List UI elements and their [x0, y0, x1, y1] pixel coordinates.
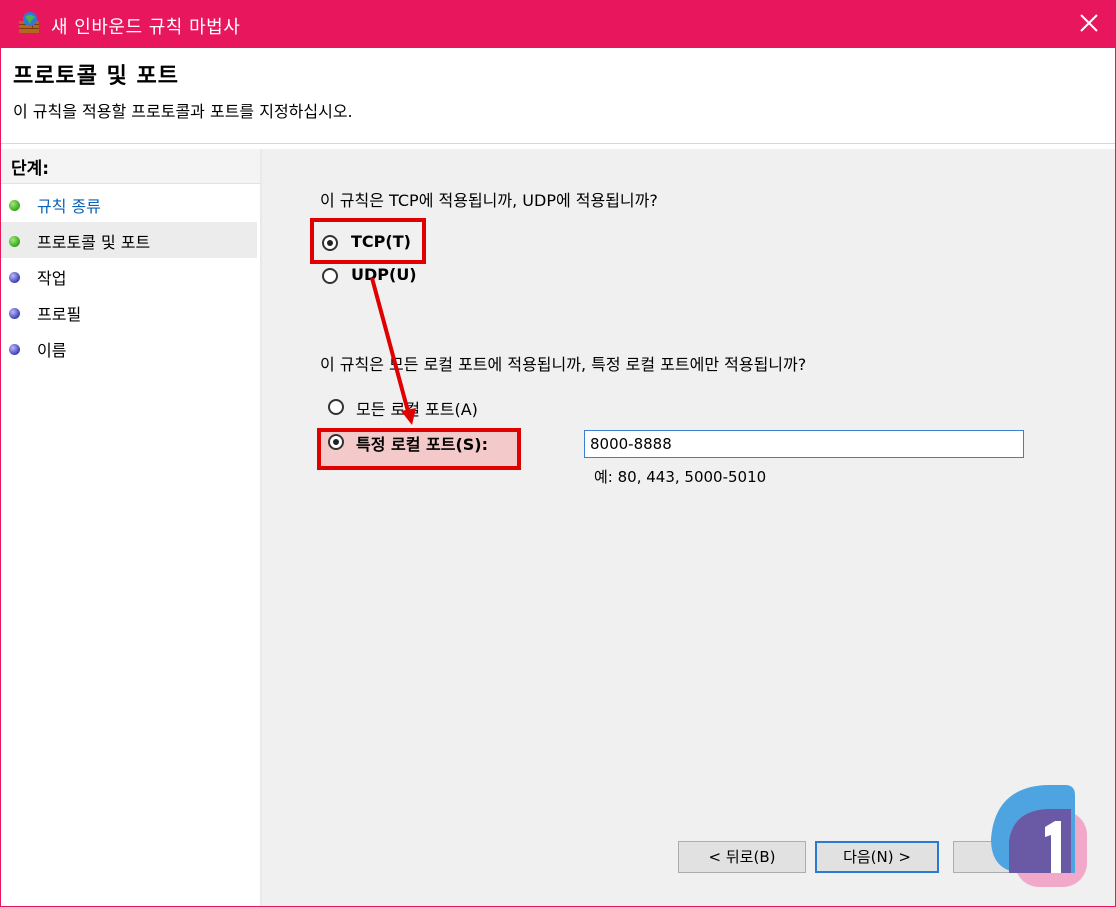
ports-question: 이 규칙은 모든 로컬 포트에 적용됩니까, 특정 로컬 포트에만 적용됩니까? — [320, 355, 807, 374]
specific-ports-label[interactable]: 특정 로컬 포트(S): — [356, 431, 488, 455]
step-label: 작업 — [37, 269, 67, 288]
steps-heading: 단계: — [1, 149, 260, 184]
title-bar: 새 인바운드 규칙 마법사 — [1, 1, 1115, 48]
brand-logo — [991, 785, 1087, 887]
status-dot-icon — [9, 344, 20, 355]
tcp-radio[interactable] — [322, 235, 338, 251]
step-name[interactable]: 이름 — [1, 330, 257, 366]
step-label: 이름 — [37, 341, 67, 360]
window-title: 새 인바운드 규칙 마법사 — [51, 17, 241, 38]
wizard-window: 새 인바운드 규칙 마법사 프로토콜 및 포트 이 규칙을 적용할 프로토콜과 … — [0, 0, 1116, 907]
step-label: 규칙 종류 — [37, 197, 101, 216]
page-description: 이 규칙을 적용할 프로토콜과 포트를 지정하십시오. — [13, 102, 353, 121]
back-button[interactable]: < 뒤로(B) — [678, 841, 806, 873]
step-rule-type[interactable]: 규칙 종류 — [1, 186, 257, 222]
firewall-app-icon — [19, 12, 39, 33]
step-label: 프로토콜 및 포트 — [37, 233, 151, 252]
step-profile[interactable]: 프로필 — [1, 294, 257, 330]
next-button[interactable]: 다음(N) > — [815, 841, 939, 873]
step-action[interactable]: 작업 — [1, 258, 257, 294]
step-label: 프로필 — [37, 305, 82, 324]
status-dot-icon — [9, 308, 20, 319]
content-pane: 이 규칙은 TCP에 적용됩니까, UDP에 적용됩니까? TCP(T) UDP… — [262, 149, 1115, 906]
steps-heading-label: 단계: — [11, 159, 50, 179]
port-example-hint: 예: 80, 443, 5000-5010 — [594, 468, 767, 486]
udp-label[interactable]: UDP(U) — [351, 265, 417, 284]
page-header: 프로토콜 및 포트 이 규칙을 적용할 프로토콜과 포트를 지정하십시오. — [1, 48, 1115, 144]
page-title: 프로토콜 및 포트 — [13, 64, 179, 89]
tcp-label[interactable]: TCP(T) — [351, 232, 411, 251]
all-ports-radio[interactable] — [328, 399, 344, 415]
all-ports-label[interactable]: 모든 로컬 포트(A) — [356, 396, 478, 420]
status-dot-icon — [9, 236, 20, 247]
protocol-question: 이 규칙은 TCP에 적용됩니까, UDP에 적용됩니까? — [320, 191, 658, 210]
port-input[interactable] — [584, 430, 1024, 458]
close-icon[interactable] — [1077, 11, 1101, 35]
steps-pane: 단계: 규칙 종류 프로토콜 및 포트 작업 프로필 이름 — [1, 149, 260, 906]
status-dot-icon — [9, 200, 20, 211]
status-dot-icon — [9, 272, 20, 283]
specific-ports-radio[interactable] — [328, 434, 344, 450]
step-protocol-ports[interactable]: 프로토콜 및 포트 — [1, 222, 257, 258]
udp-radio[interactable] — [322, 268, 338, 284]
